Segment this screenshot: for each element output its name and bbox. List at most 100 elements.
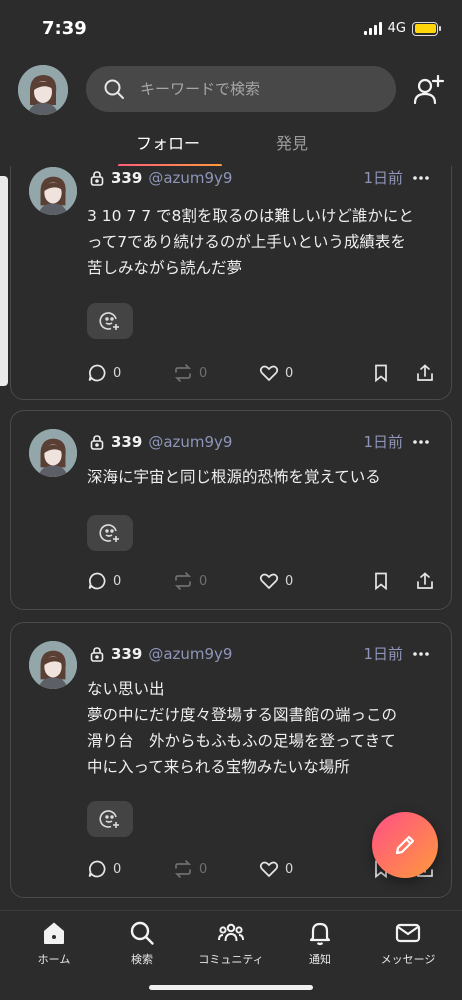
home-icon xyxy=(44,922,64,944)
post-secondary-actions xyxy=(371,363,435,383)
post-author-avatar[interactable] xyxy=(29,641,77,689)
repost-icon xyxy=(174,572,192,590)
nav-search[interactable]: 検索 xyxy=(96,919,188,967)
status-indicators: 4G xyxy=(363,21,441,36)
post-username[interactable]: 339 xyxy=(111,645,142,663)
nav-notifications-label: 通知 xyxy=(309,953,331,966)
post-header: 339 @azum9y9 xyxy=(89,643,232,665)
my-avatar[interactable] xyxy=(18,65,68,115)
post-actions: 0 0 0 xyxy=(87,361,435,385)
search-icon xyxy=(130,921,154,945)
add-user-icon[interactable] xyxy=(412,72,446,106)
post-time: 1日前 xyxy=(363,645,403,663)
post-body: 深海に宇宙と同じ根源的恐怖を覚えている xyxy=(87,468,381,486)
nav-community-label: コミュニティ xyxy=(198,953,264,966)
tab-follow[interactable]: フォロー xyxy=(136,130,200,154)
mail-icon xyxy=(395,923,421,943)
search-input[interactable] xyxy=(140,80,370,98)
reply-icon xyxy=(88,860,106,878)
repost-button[interactable]: 0 xyxy=(173,571,259,591)
share-icon[interactable] xyxy=(415,363,435,383)
status-bar: 7:39 4G xyxy=(0,0,462,56)
like-button[interactable]: 0 xyxy=(259,571,345,591)
post-handle[interactable]: @azum9y9 xyxy=(148,433,232,451)
repost-button[interactable]: 0 xyxy=(173,363,259,383)
search-bar[interactable] xyxy=(86,66,396,112)
search-icon xyxy=(104,79,124,99)
repost-icon xyxy=(174,860,192,878)
reply-count: 0 xyxy=(113,861,122,877)
reply-button[interactable]: 0 xyxy=(87,363,173,383)
heart-icon xyxy=(259,861,279,878)
like-count: 0 xyxy=(285,365,294,381)
post-body: ない思い出 夢の中にだけ度々登場する図書館の端っこの 滑り台 外からもふもふの足… xyxy=(87,680,398,776)
home-indicator[interactable] xyxy=(149,985,313,990)
repost-count: 0 xyxy=(199,365,208,381)
nav-messages-label: メッセージ xyxy=(380,953,436,966)
bookmark-icon[interactable] xyxy=(371,571,391,591)
like-count: 0 xyxy=(285,573,294,589)
add-reaction-button[interactable] xyxy=(87,515,133,551)
more-options-icon[interactable] xyxy=(411,167,431,189)
emoji-add-icon xyxy=(99,524,119,542)
lock-icon xyxy=(90,647,104,662)
post-username[interactable]: 339 xyxy=(111,433,142,451)
post-author-avatar[interactable] xyxy=(29,167,77,215)
share-icon[interactable] xyxy=(415,571,435,591)
post-header: 339 @azum9y9 xyxy=(89,431,232,453)
post-header: 339 @azum9y9 xyxy=(89,167,232,189)
post-username[interactable]: 339 xyxy=(111,169,142,187)
lock-icon xyxy=(90,171,104,186)
post-card[interactable]: 339 @azum9y9 1日前 深海に宇宙と同じ根源的恐怖を覚えている 0 0 xyxy=(10,410,452,610)
reply-count: 0 xyxy=(113,365,122,381)
post-author-avatar[interactable] xyxy=(29,429,77,477)
bookmark-icon[interactable] xyxy=(371,363,391,383)
header xyxy=(0,60,462,120)
nav-messages[interactable]: メッセージ xyxy=(362,919,454,967)
add-reaction-button[interactable] xyxy=(87,801,133,837)
heart-icon xyxy=(259,365,279,382)
nav-home[interactable]: ホーム xyxy=(8,919,100,967)
reply-icon xyxy=(88,364,106,382)
post-body: 3 10 7 7 で8割を取るのは難しいけど誰かにと って7であり続けるのが上手… xyxy=(87,207,414,277)
nav-notifications[interactable]: 通知 xyxy=(274,919,366,967)
reply-button[interactable]: 0 xyxy=(87,859,173,879)
repost-count: 0 xyxy=(199,861,208,877)
like-button[interactable]: 0 xyxy=(259,363,345,383)
reply-icon xyxy=(88,572,106,590)
nav-community[interactable]: コミュニティ xyxy=(185,919,277,967)
heart-icon xyxy=(259,573,279,590)
battery-icon xyxy=(412,21,441,36)
nav-home-label: ホーム xyxy=(37,953,71,966)
lock-icon xyxy=(90,435,104,450)
repost-count: 0 xyxy=(199,573,208,589)
like-count: 0 xyxy=(285,861,294,877)
scroll-edge-indicator xyxy=(0,176,8,386)
repost-button[interactable]: 0 xyxy=(173,859,259,879)
post-actions: 0 0 0 xyxy=(87,569,435,593)
community-icon xyxy=(218,923,244,942)
network-type: 4G xyxy=(387,21,406,36)
post-handle[interactable]: @azum9y9 xyxy=(148,169,232,187)
timeline-feed[interactable]: 339 @azum9y9 1日前 3 10 7 7 で8割を取るのは難しいけど誰… xyxy=(0,166,462,910)
nav-search-label: 検索 xyxy=(131,953,153,966)
post-card[interactable]: 339 @azum9y9 1日前 3 10 7 7 で8割を取るのは難しいけど誰… xyxy=(10,166,452,400)
repost-icon xyxy=(174,364,192,382)
signal-icon xyxy=(363,22,382,35)
pencil-icon xyxy=(395,835,415,855)
add-reaction-button[interactable] xyxy=(87,303,133,339)
more-options-icon[interactable] xyxy=(411,431,431,453)
post-time: 1日前 xyxy=(363,169,403,187)
compose-button[interactable] xyxy=(372,812,438,878)
feed-tabs: フォロー 発見 xyxy=(0,122,462,167)
reply-button[interactable]: 0 xyxy=(87,571,173,591)
tab-discover[interactable]: 発見 xyxy=(276,130,308,154)
emoji-add-icon xyxy=(99,810,119,828)
like-button[interactable]: 0 xyxy=(259,859,345,879)
more-options-icon[interactable] xyxy=(411,643,431,665)
status-time: 7:39 xyxy=(42,18,87,39)
post-secondary-actions xyxy=(371,571,435,591)
bell-icon xyxy=(309,922,331,946)
post-handle[interactable]: @azum9y9 xyxy=(148,645,232,663)
reply-count: 0 xyxy=(113,573,122,589)
